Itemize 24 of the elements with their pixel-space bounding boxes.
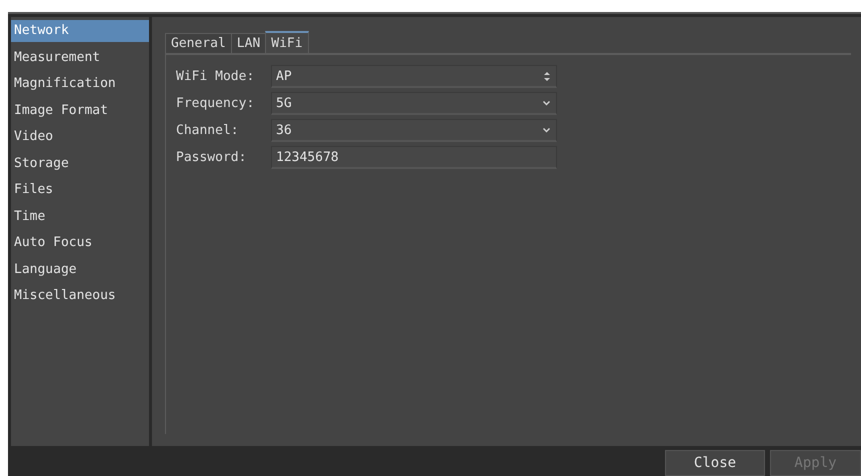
sidebar-item[interactable]: Magnification <box>11 73 149 95</box>
dropdown-field[interactable]: 5G <box>271 92 557 115</box>
dropdown-field[interactable]: 36 <box>271 119 557 142</box>
sidebar-item[interactable]: Auto Focus <box>11 232 149 254</box>
sidebar-item[interactable]: Miscellaneous <box>11 285 149 307</box>
field-label: Password: <box>176 150 248 165</box>
sidebar-item[interactable]: Video <box>11 126 149 148</box>
input-field[interactable]: 12345678 <box>271 146 557 169</box>
tab[interactable]: General <box>165 33 232 53</box>
field-label: Frequency: <box>176 96 256 111</box>
sidebar-item[interactable]: Measurement <box>11 46 149 68</box>
tab[interactable]: LAN <box>230 33 266 53</box>
field-label: Channel: <box>176 123 240 138</box>
field-label: WiFi Mode: <box>176 69 256 84</box>
sidebar-item[interactable]: Time <box>11 206 149 228</box>
sidebar-item[interactable]: Language <box>11 258 149 280</box>
dropdown-field[interactable]: AP <box>271 65 557 88</box>
sidebar-item[interactable]: Network <box>11 20 149 42</box>
sidebar-item[interactable]: Storage <box>11 152 149 174</box>
close-button[interactable]: Close <box>665 450 765 476</box>
spin-arrows-icon <box>544 72 550 80</box>
sidebar-item[interactable]: Files <box>11 179 149 201</box>
sidebar-item[interactable]: Image Format <box>11 100 149 122</box>
tab[interactable]: WiFi <box>265 31 309 53</box>
